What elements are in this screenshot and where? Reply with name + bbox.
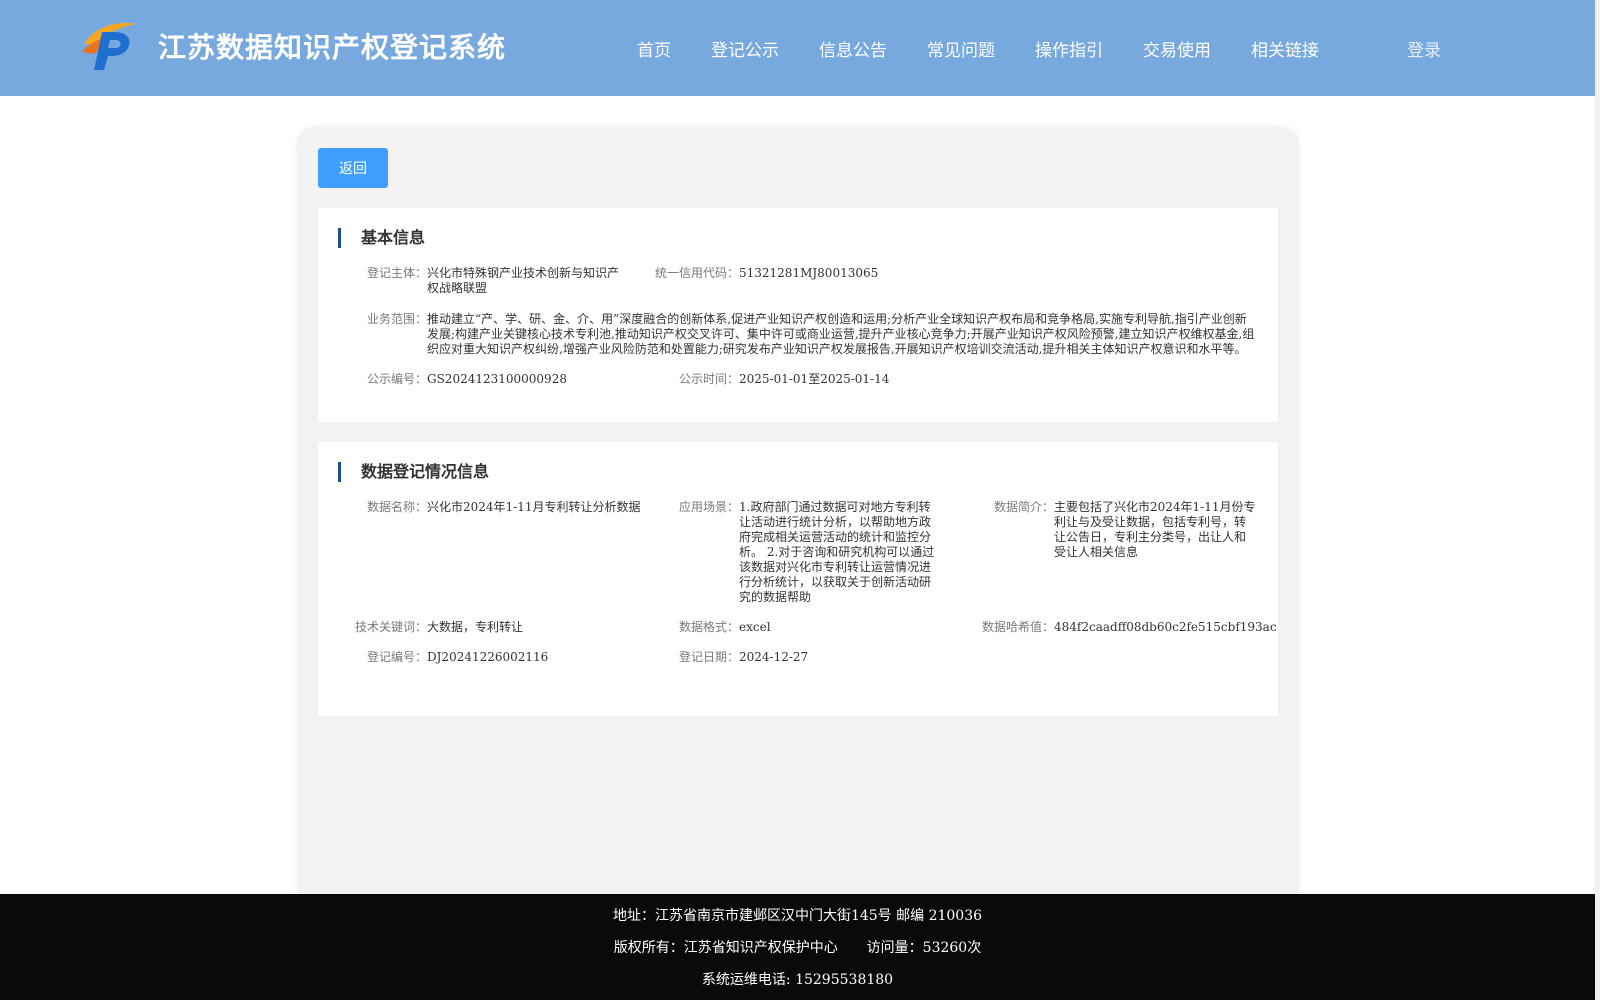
tech-keywords-value: 大数据，专利转让 [427,620,524,634]
back-button[interactable]: 返回 [318,148,388,188]
data-hash-field: 数据哈希值： 484f2caadff08db60c2fe515cbf193ac [958,620,1278,636]
business-scope-label: 业务范围： [366,312,427,326]
subject-value: 兴化市特殊钢产业技术创新与知识产权战略联盟 [427,266,620,295]
data-registration-title: 数据登记情况信息 [338,462,489,482]
footer-copyright: 版权所有：江苏省知识产权保护中心 [613,940,838,956]
data-format-label: 数据格式： [678,620,739,634]
registration-date-value: 2024-12-27 [739,650,809,664]
footer-visits: 访问量：53260次 [866,940,982,956]
basic-info-title: 基本信息 [338,228,425,248]
data-format-field: 数据格式： excel [638,620,958,636]
data-intro-label: 数据简介： [993,500,1054,514]
data-name-label: 数据名称： [366,500,427,514]
business-scope-value: 推动建立“产、学、研、金、介、用”深度融合的创新体系,促进产业知识产权创造和运用… [427,312,1255,356]
publicity-number-value: GS2024123100000928 [427,372,567,386]
application-scene-label: 应用场景： [678,500,739,514]
footer: 地址：江苏省南京市建邺区汉中门大街145号 邮编 210036 版权所有：江苏省… [0,894,1595,1000]
nav-faq[interactable]: 常见问题 [927,36,995,61]
publicity-time-value: 2025-01-01至2025-01-14 [739,372,890,386]
registration-date-label: 登记日期： [678,650,739,664]
publicity-time-label: 公示时间： [678,372,739,386]
registration-number-field: 登记编号： DJ20241226002116 [318,650,638,666]
application-scene-field: 应用场景： 1.政府部门通过数据可对地方专利转让活动进行统计分析，以帮助地方政府… [638,500,958,610]
data-name-field: 数据名称： 兴化市2024年1-11月专利转让分析数据 [318,500,641,516]
publicity-time-field: 公示时间： 2025-01-01至2025-01-14 [638,372,958,388]
data-hash-label: 数据哈希值： [981,620,1054,634]
nav-trade-use[interactable]: 交易使用 [1143,36,1211,61]
subject-label: 登记主体： [366,266,427,280]
page-scrollbar[interactable] [1595,0,1600,1000]
registration-date-field: 登记日期： 2024-12-27 [638,650,958,666]
login-link[interactable]: 登录 [1407,36,1441,61]
credit-code-value: 51321281MJ80013065 [739,266,879,280]
publicity-number-field: 公示编号： GS2024123100000928 [318,372,638,388]
tech-keywords-field: 技术关键词： 大数据，专利转让 [318,620,638,636]
subject-field: 登记主体： 兴化市特殊钢产业技术创新与知识产权战略联盟 [318,266,638,298]
footer-address: 地址：江苏省南京市建邺区汉中门大街145号 邮编 210036 [612,908,983,924]
nav-info-announcement[interactable]: 信息公告 [819,36,887,61]
footer-phone: 系统运维电话: 15295538180 [701,972,894,988]
basic-info-card: 基本信息 登记主体： 兴化市特殊钢产业技术创新与知识产权战略联盟 统一信用代码：… [318,208,1278,422]
tech-keywords-label: 技术关键词： [354,620,427,634]
business-scope-field: 业务范围： 推动建立“产、学、研、金、介、用”深度融合的创新体系,促进产业知识产… [318,312,1278,358]
footer-copyright-line: 版权所有：江苏省知识产权保护中心 访问量：53260次 [0,937,1595,957]
credit-code-label: 统一信用代码： [654,266,739,280]
data-intro-value: 主要包括了兴化市2024年1-11月份专利让与及受让数据，包括专利号，转让公告日… [1054,500,1256,559]
nav-operation-guide[interactable]: 操作指引 [1035,36,1103,61]
nav-registration-publicity[interactable]: 登记公示 [711,36,779,61]
data-format-value: excel [739,620,771,634]
nav-related-links[interactable]: 相关链接 [1251,36,1319,61]
nav-home[interactable]: 首页 [637,36,671,61]
data-name-value: 兴化市2024年1-11月专利转让分析数据 [427,500,641,514]
data-intro-field: 数据简介： 主要包括了兴化市2024年1-11月份专利让与及受让数据，包括专利号… [958,500,1278,564]
registration-number-value: DJ20241226002116 [427,650,549,664]
data-hash-value: 484f2caadff08db60c2fe515cbf193ac [1054,620,1277,634]
publicity-number-label: 公示编号： [366,372,427,386]
main-nav: 首页 登记公示 信息公告 常见问题 操作指引 交易使用 相关链接 [0,36,1595,61]
registration-number-label: 登记编号： [366,650,427,664]
credit-code-field: 统一信用代码： 51321281MJ80013065 [638,266,958,282]
application-scene-value: 1.政府部门通过数据可对地方专利转让活动进行统计分析，以帮助地方政府完成相关运营… [739,500,935,604]
data-registration-card: 数据登记情况信息 数据名称： 兴化市2024年1-11月专利转让分析数据 应用场… [318,442,1278,716]
header: 江苏数据知识产权登记系统 首页 登记公示 信息公告 常见问题 操作指引 交易使用… [0,0,1595,96]
